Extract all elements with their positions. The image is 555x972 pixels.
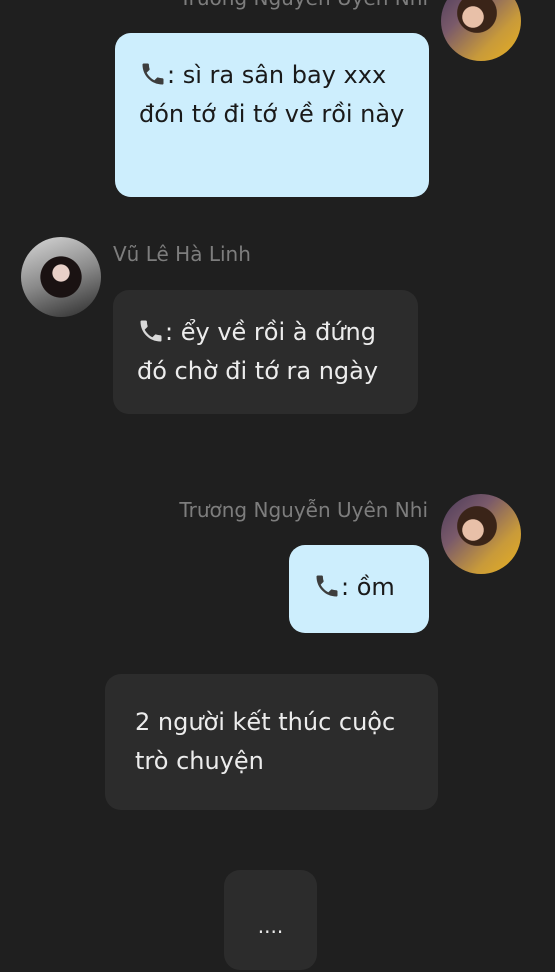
message-text: : ồm [341, 573, 395, 601]
avatar[interactable] [441, 494, 521, 574]
message-bubble[interactable]: : ểy về rồi à đứng đó chờ đi tớ ra ngày [113, 290, 418, 414]
ellipsis-bubble[interactable]: .... [224, 870, 317, 970]
sender-name: Vũ Lê Hà Linh [113, 242, 251, 266]
system-message-text: 2 người kết thúc cuộc trò chuyện [135, 708, 396, 775]
phone-icon [313, 571, 341, 601]
avatar[interactable] [441, 0, 521, 61]
message-text: : ểy về rồi à đứng đó chờ đi tớ ra ngày [137, 318, 379, 385]
message-bubble[interactable]: : ồm [289, 545, 429, 633]
ellipsis-text: .... [257, 914, 284, 938]
sender-name: Trương Nguyễn Uyên Nhi [179, 0, 428, 10]
message-bubble[interactable]: : sì ra sân bay xxx đón tớ đi tớ về rồi … [115, 33, 429, 197]
phone-icon [137, 316, 165, 346]
message-text: : sì ra sân bay xxx đón tớ đi tớ về rồi … [139, 61, 405, 128]
system-message: 2 người kết thúc cuộc trò chuyện [105, 674, 438, 810]
avatar[interactable] [21, 237, 101, 317]
sender-name: Trương Nguyễn Uyên Nhi [179, 498, 428, 522]
phone-icon [139, 59, 167, 89]
